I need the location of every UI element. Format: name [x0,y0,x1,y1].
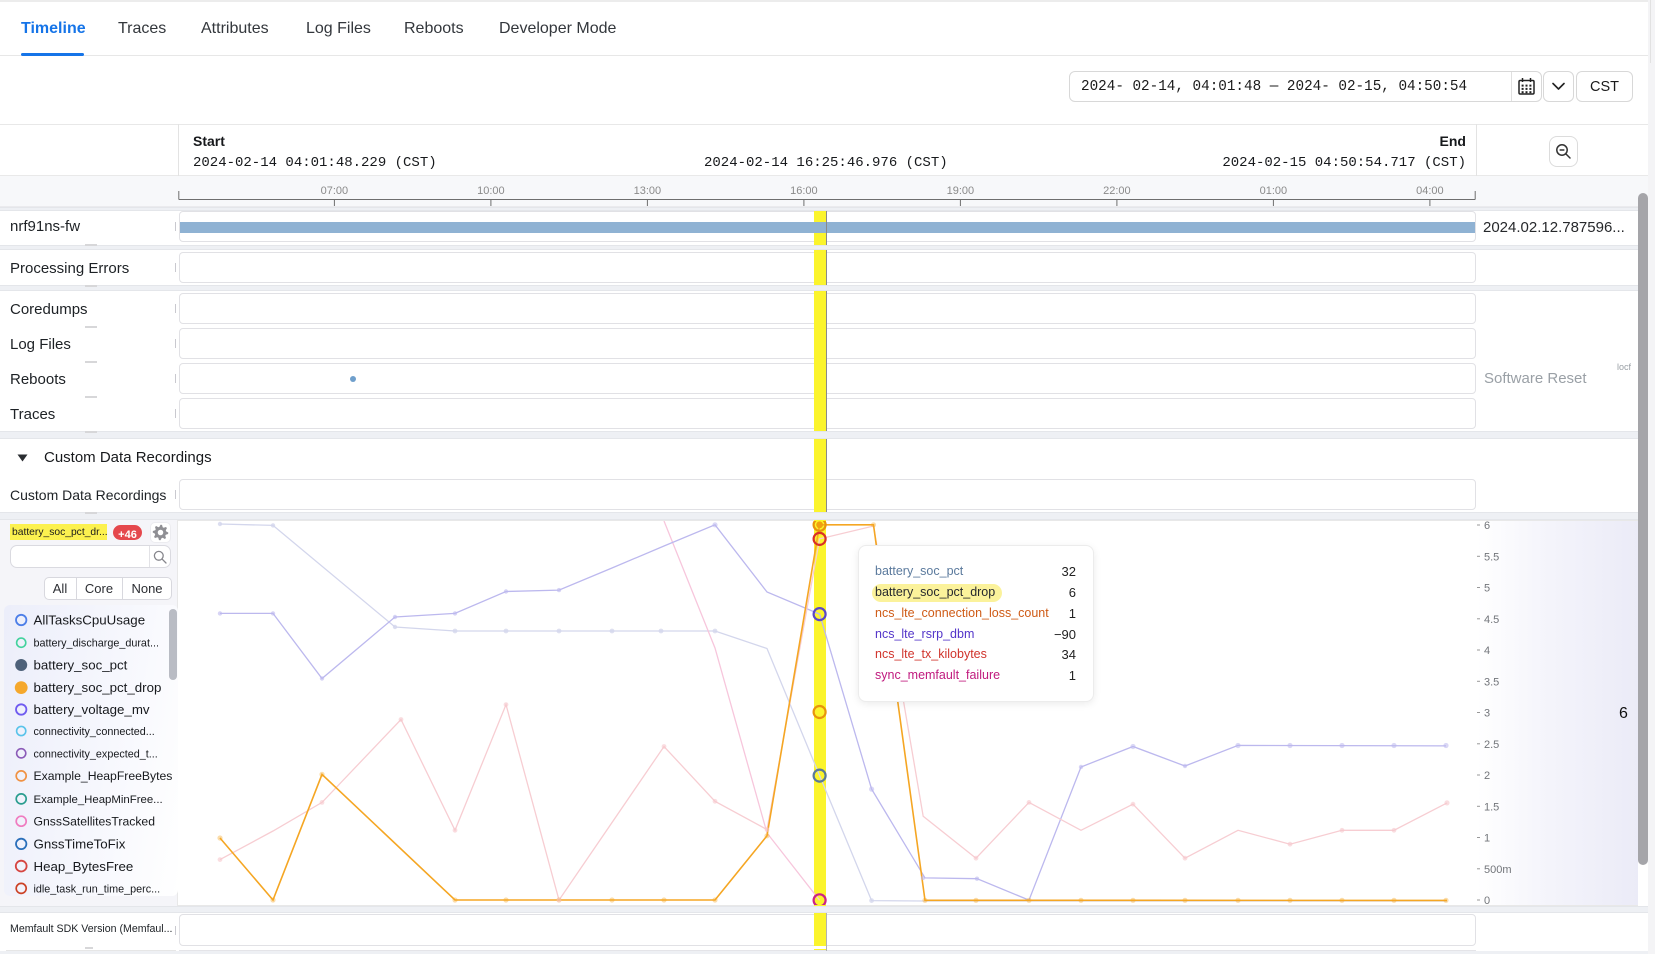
svg-text:GnssSatellitesTracked: GnssSatellitesTracked [34,815,155,829]
svg-text:battery_soc_pct_drop: battery_soc_pct_drop [34,680,162,695]
svg-text:2: 2 [1484,770,1490,782]
svg-text:AllTasksCpuUsage: AllTasksCpuUsage [34,613,146,628]
svg-text:connectivity_connected...: connectivity_connected... [34,726,155,738]
svg-text:19:00: 19:00 [947,185,975,197]
svg-text:07:00: 07:00 [321,185,349,197]
svg-text:3.5: 3.5 [1484,676,1499,688]
svg-text:1.5: 1.5 [1484,801,1499,813]
svg-text:5.5: 5.5 [1484,551,1499,563]
svg-text:battery_soc_pct: battery_soc_pct [34,658,128,673]
svg-text:Example_HeapMinFree...: Example_HeapMinFree... [34,794,163,806]
svg-text:1: 1 [1484,833,1490,845]
svg-text:4: 4 [1484,645,1490,657]
svg-text:13:00: 13:00 [634,185,662,197]
svg-text:battery_voltage_mv: battery_voltage_mv [34,702,150,717]
svg-text:2.5: 2.5 [1484,739,1499,751]
svg-text:10:00: 10:00 [477,185,505,197]
svg-text:Heap_BytesFree: Heap_BytesFree [34,859,134,874]
svg-text:04:00: 04:00 [1416,185,1444,197]
svg-text:connectivity_expected_t...: connectivity_expected_t... [34,748,158,760]
svg-text:16:00: 16:00 [790,185,818,197]
svg-text:idle_task_run_time_perc...: idle_task_run_time_perc... [34,883,161,895]
svg-text:22:00: 22:00 [1103,185,1131,197]
svg-text:0: 0 [1484,895,1490,906]
svg-text:4.5: 4.5 [1484,614,1499,626]
svg-text:GnssTimeToFix: GnssTimeToFix [34,837,126,852]
svg-text:Example_HeapFreeBytes: Example_HeapFreeBytes [34,769,173,783]
svg-text:6: 6 [1619,705,1628,722]
svg-text:3: 3 [1484,708,1490,720]
svg-text:5: 5 [1484,583,1490,595]
svg-text:500m: 500m [1484,864,1512,876]
svg-text:6: 6 [1484,520,1490,532]
svg-text:battery_discharge_durat...: battery_discharge_durat... [34,638,159,650]
svg-text:01:00: 01:00 [1260,185,1288,197]
